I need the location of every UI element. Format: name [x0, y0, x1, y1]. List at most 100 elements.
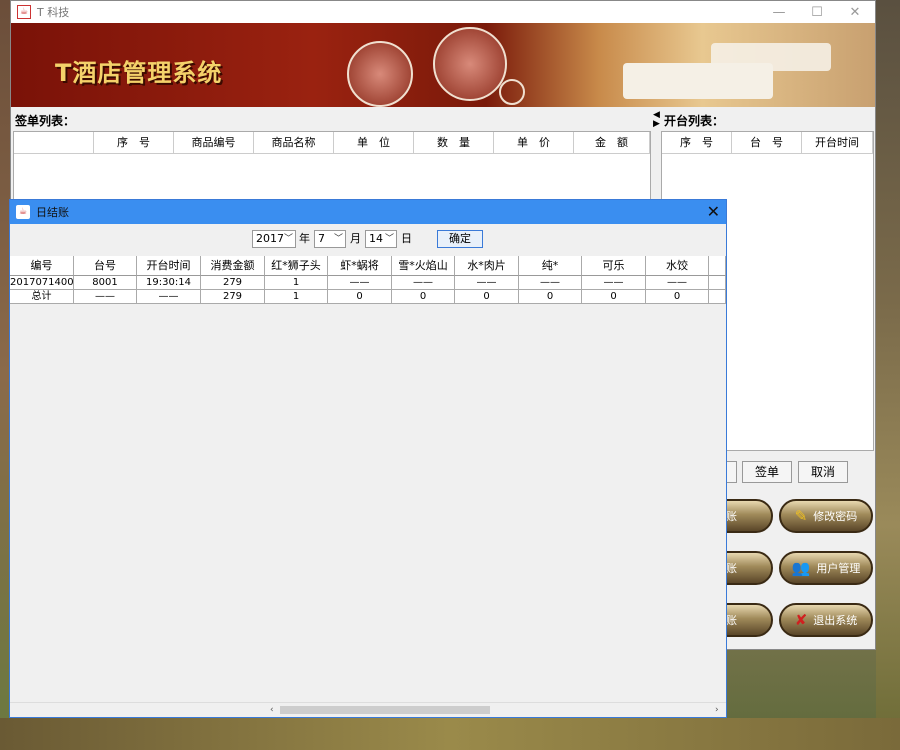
table-row-total[interactable]: 总计 —— —— 279 1 0 0 0 0 0 0 [10, 290, 726, 304]
dining-icon [347, 41, 413, 107]
grid-cell: —— [74, 290, 137, 304]
exit-system-label: 退出系统 [813, 614, 858, 627]
bubble-icon [499, 79, 525, 105]
grid-cell: 0 [328, 290, 392, 304]
order-list-table: 序 号 商品编号 商品名称 单 位 数 量 单 价 金 额 [13, 131, 651, 201]
daily-checkout-dialog: ☕ 日结账 ✕ 2017 ﹀ 年 7 ﹀ 月 14 ﹀ 日 确定 编号 台号 开… [9, 199, 727, 718]
scroll-left-icon[interactable]: ‹ [270, 703, 274, 717]
exit-system-button[interactable]: ✘ 退出系统 [779, 603, 873, 637]
grid-col-item-1[interactable]: 红*狮子头 [265, 256, 328, 276]
dialog-close-icon[interactable]: ✕ [707, 202, 720, 221]
users-icon: 👥 [791, 559, 811, 577]
main-titlebar: ☕ T 科技 — ☐ ✕ [11, 1, 875, 23]
grid-cell: 0 [582, 290, 646, 304]
grid-cell: 0 [392, 290, 455, 304]
grid-col-id[interactable]: 编号 [10, 256, 74, 276]
wine-icon [433, 27, 507, 101]
exit-icon: ✘ [794, 611, 808, 629]
dialog-titlebar: ☕ 日结账 ✕ [10, 200, 726, 224]
minimize-icon[interactable]: — [759, 1, 799, 23]
order-col-quantity[interactable]: 数 量 [414, 132, 494, 154]
order-col-unit-price[interactable]: 单 价 [494, 132, 574, 154]
maximize-icon[interactable]: ☐ [797, 1, 837, 23]
order-table-header: 序 号 商品编号 商品名称 单 位 数 量 单 价 金 额 [14, 132, 650, 154]
table-col-seq[interactable]: 序 号 [662, 132, 732, 154]
scrollbar-thumb[interactable] [280, 706, 490, 714]
table-col-open-time[interactable]: 开台时间 [802, 132, 873, 154]
user-management-label: 用户管理 [816, 562, 861, 575]
grid-cell-overflow [709, 290, 726, 304]
banner-title: T酒店管理系统 [55, 59, 223, 87]
cancel-button[interactable]: 取消 [798, 461, 848, 483]
chevron-down-icon: ﹀ [283, 234, 293, 244]
order-col-blank[interactable] [14, 132, 94, 154]
order-col-unit[interactable]: 单 位 [334, 132, 414, 154]
close-icon[interactable]: ✕ [835, 1, 875, 23]
grid-col-item-4[interactable]: 水*肉片 [455, 256, 519, 276]
confirm-button[interactable]: 确定 [437, 230, 483, 248]
grid-col-item-6[interactable]: 可乐 [582, 256, 646, 276]
splitter-arrows-icon[interactable]: ◀ ▶ [653, 111, 660, 129]
order-col-seq[interactable]: 序 号 [94, 132, 174, 154]
grid-cell: 279 [201, 290, 265, 304]
chevron-down-icon: ﹀ [333, 234, 343, 244]
grid-cell: —— [646, 276, 709, 290]
month-select[interactable]: 7 ﹀ [314, 230, 346, 248]
table-list-header: 序 号 台 号 开台时间 [662, 132, 873, 154]
day-select-value: 14 [369, 232, 383, 245]
horizontal-scrollbar[interactable]: ‹ › [10, 702, 726, 717]
bed-image-2 [711, 43, 831, 71]
key-icon: ✎ [794, 507, 808, 525]
grid-cell: 0 [455, 290, 519, 304]
grid-cell: 总计 [10, 290, 74, 304]
scroll-right-icon[interactable]: › [715, 703, 719, 717]
grid-col-spend[interactable]: 消费金额 [201, 256, 265, 276]
grid-cell: 8001 [74, 276, 137, 290]
date-selector-row: 2017 ﹀ 年 7 ﹀ 月 14 ﹀ 日 确定 [10, 230, 726, 250]
java-app-icon: ☕ [16, 205, 30, 219]
sign-order-button[interactable]: 签单 [742, 461, 792, 483]
hotel-banner: T酒店管理系统 [11, 23, 875, 107]
order-col-product-id[interactable]: 商品编号 [174, 132, 254, 154]
dialog-title: 日结账 [36, 206, 69, 219]
grid-col-table[interactable]: 台号 [74, 256, 137, 276]
grid-cell: 0 [519, 290, 582, 304]
desktop-background-bottom [0, 718, 900, 750]
grid-cell-overflow [709, 276, 726, 290]
grid-cell: 20170714001 [10, 276, 74, 290]
grid-cell: —— [519, 276, 582, 290]
grid-cell: —— [455, 276, 519, 290]
grid-cell: 279 [201, 276, 265, 290]
grid-col-item-5[interactable]: 纯* [519, 256, 582, 276]
order-col-product-name[interactable]: 商品名称 [254, 132, 334, 154]
year-select-value: 2017 [256, 232, 284, 245]
checkout-grid: 编号 台号 开台时间 消费金额 红*狮子头 虾*蜗将 雪*火焰山 水*肉片 纯*… [10, 256, 726, 304]
grid-cell: 1 [265, 290, 328, 304]
table-list-label: 开台列表： [664, 114, 725, 128]
user-management-button[interactable]: 👥 用户管理 [779, 551, 873, 585]
desktop-background-right [876, 0, 900, 750]
grid-col-item-3[interactable]: 雪*火焰山 [392, 256, 455, 276]
change-password-label: 修改密码 [813, 510, 858, 523]
order-col-amount[interactable]: 金 额 [574, 132, 650, 154]
chevron-down-icon: ﹀ [384, 234, 394, 244]
table-row[interactable]: 20170714001 8001 19:30:14 279 1 —— —— ——… [10, 276, 726, 290]
day-select[interactable]: 14 ﹀ [365, 230, 397, 248]
year-select[interactable]: 2017 ﹀ [252, 230, 296, 248]
grid-cell: 19:30:14 [137, 276, 201, 290]
grid-cell: —— [392, 276, 455, 290]
grid-col-item-2[interactable]: 虾*蜗将 [328, 256, 392, 276]
grid-header-row: 编号 台号 开台时间 消费金额 红*狮子头 虾*蜗将 雪*火焰山 水*肉片 纯*… [10, 256, 726, 276]
grid-cell: 0 [646, 290, 709, 304]
year-label: 年 [299, 232, 310, 245]
grid-col-open-time[interactable]: 开台时间 [137, 256, 201, 276]
grid-col-overflow [709, 256, 726, 276]
table-col-number[interactable]: 台 号 [732, 132, 802, 154]
day-label: 日 [401, 232, 412, 245]
grid-cell: —— [328, 276, 392, 290]
month-select-value: 7 [318, 232, 325, 245]
java-app-icon: ☕ [17, 5, 31, 19]
grid-cell: —— [137, 290, 201, 304]
grid-col-item-7[interactable]: 水饺 [646, 256, 709, 276]
change-password-button[interactable]: ✎ 修改密码 [779, 499, 873, 533]
